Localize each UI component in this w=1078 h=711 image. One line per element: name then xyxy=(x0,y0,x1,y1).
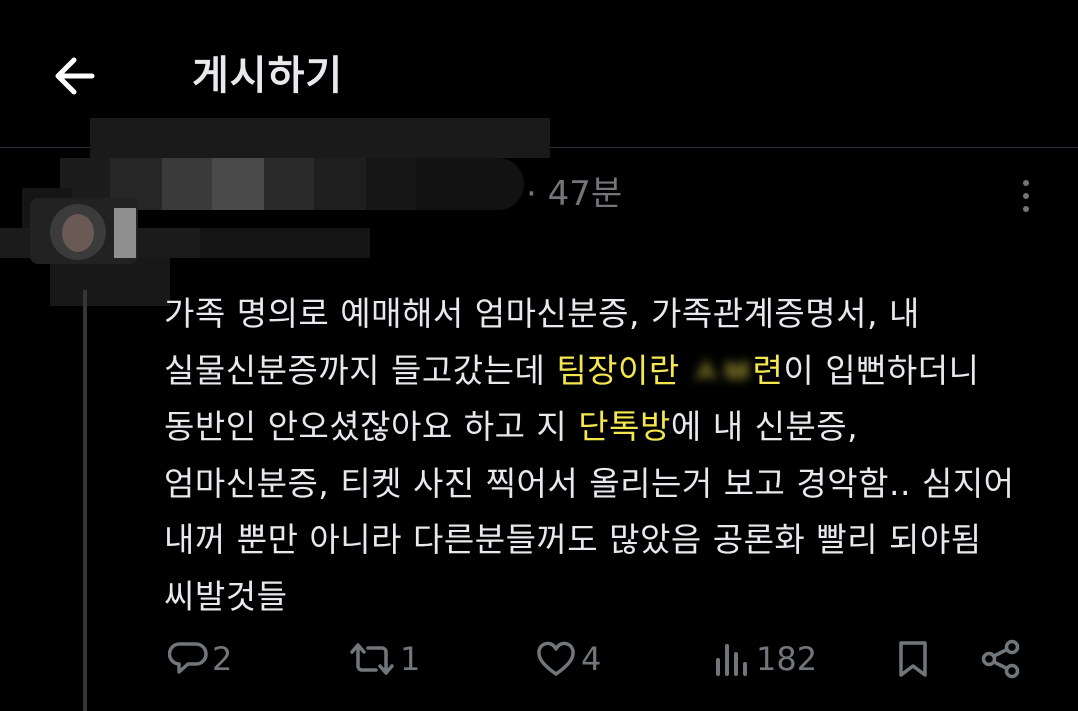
post-text-segment: 동반인 안오셨잖아요 하고 지 xyxy=(164,407,579,446)
post-line: 씨발것들 xyxy=(164,569,1054,626)
more-options-button[interactable] xyxy=(1006,174,1046,218)
post-text: 가족 명의로 예매해서 엄마신분증, 가족관계증명서, 내실물신분증까지 들고갔… xyxy=(164,286,1054,625)
heart-icon xyxy=(537,641,575,676)
repost-button[interactable]: 1 xyxy=(348,628,420,690)
highlighted-text[interactable]: 련 xyxy=(752,351,783,390)
share-icon xyxy=(981,639,1020,679)
highlighted-text: ㅅㅂ xyxy=(690,350,753,390)
bookmark-button[interactable] xyxy=(893,628,933,690)
page-title: 게시하기 xyxy=(192,53,344,99)
back-button[interactable] xyxy=(48,52,100,100)
highlighted-text[interactable]: 팀장이란 xyxy=(556,351,690,390)
post-text-segment: 씨발것들 xyxy=(164,576,288,616)
views-button[interactable]: 182 xyxy=(712,628,817,690)
like-button[interactable]: 4 xyxy=(535,628,601,690)
post-text-segment: 에 내 신분증, xyxy=(670,407,859,446)
like-count: 4 xyxy=(581,640,602,678)
highlighted-text[interactable]: 단톡방 xyxy=(578,407,671,446)
reply-icon xyxy=(168,642,208,674)
post-text-segment: 이 입뻔하더니 xyxy=(783,350,980,390)
post-text-segment: 엄마신분증, 티켓 사진 찍어서 올리는거 보고 경악함.. 심지어 xyxy=(164,463,1015,503)
post-line: 엄마신분증, 티켓 사진 찍어서 올리는거 보고 경악함.. 심지어 xyxy=(164,456,1054,513)
reply-button[interactable]: 2 xyxy=(168,628,232,690)
post-line: 가족 명의로 예매해서 엄마신분증, 가족관계증명서, 내 xyxy=(164,286,1054,343)
avatar[interactable] xyxy=(30,198,138,264)
post-line: 실물신분증까지 들고갔는데 팀장이란 ㅅㅂ련이 입뻔하더니 xyxy=(164,343,1054,400)
post-text-segment: 내꺼 뿐만 아니라 다른분들꺼도 많았음 공론화 빨리 되야됨 xyxy=(164,520,982,559)
more-vertical-icon xyxy=(1023,180,1029,186)
post-text-segment: 가족 명의로 예매해서 엄마신분증, 가족관계증명서, 내 xyxy=(164,294,920,333)
action-bar: 2 1 4 182 xyxy=(0,628,1078,690)
reply-count: 2 xyxy=(212,640,233,678)
repost-icon xyxy=(350,643,394,675)
views-icon xyxy=(716,644,747,676)
view-count: 182 xyxy=(756,640,818,678)
post-line: 내꺼 뿐만 아니라 다른분들꺼도 많았음 공론화 빨리 되야됨 xyxy=(164,512,1054,569)
bookmark-icon xyxy=(899,641,927,677)
post-text-segment: 실물신분증까지 들고갔는데 xyxy=(164,350,557,390)
post-timestamp: · 47분 xyxy=(526,174,623,214)
repost-count: 1 xyxy=(400,640,421,678)
arrow-left-icon xyxy=(55,57,95,95)
share-button[interactable] xyxy=(980,628,1022,690)
post-line: 동반인 안오셨잖아요 하고 지 단톡방에 내 신분증, xyxy=(164,399,1054,456)
